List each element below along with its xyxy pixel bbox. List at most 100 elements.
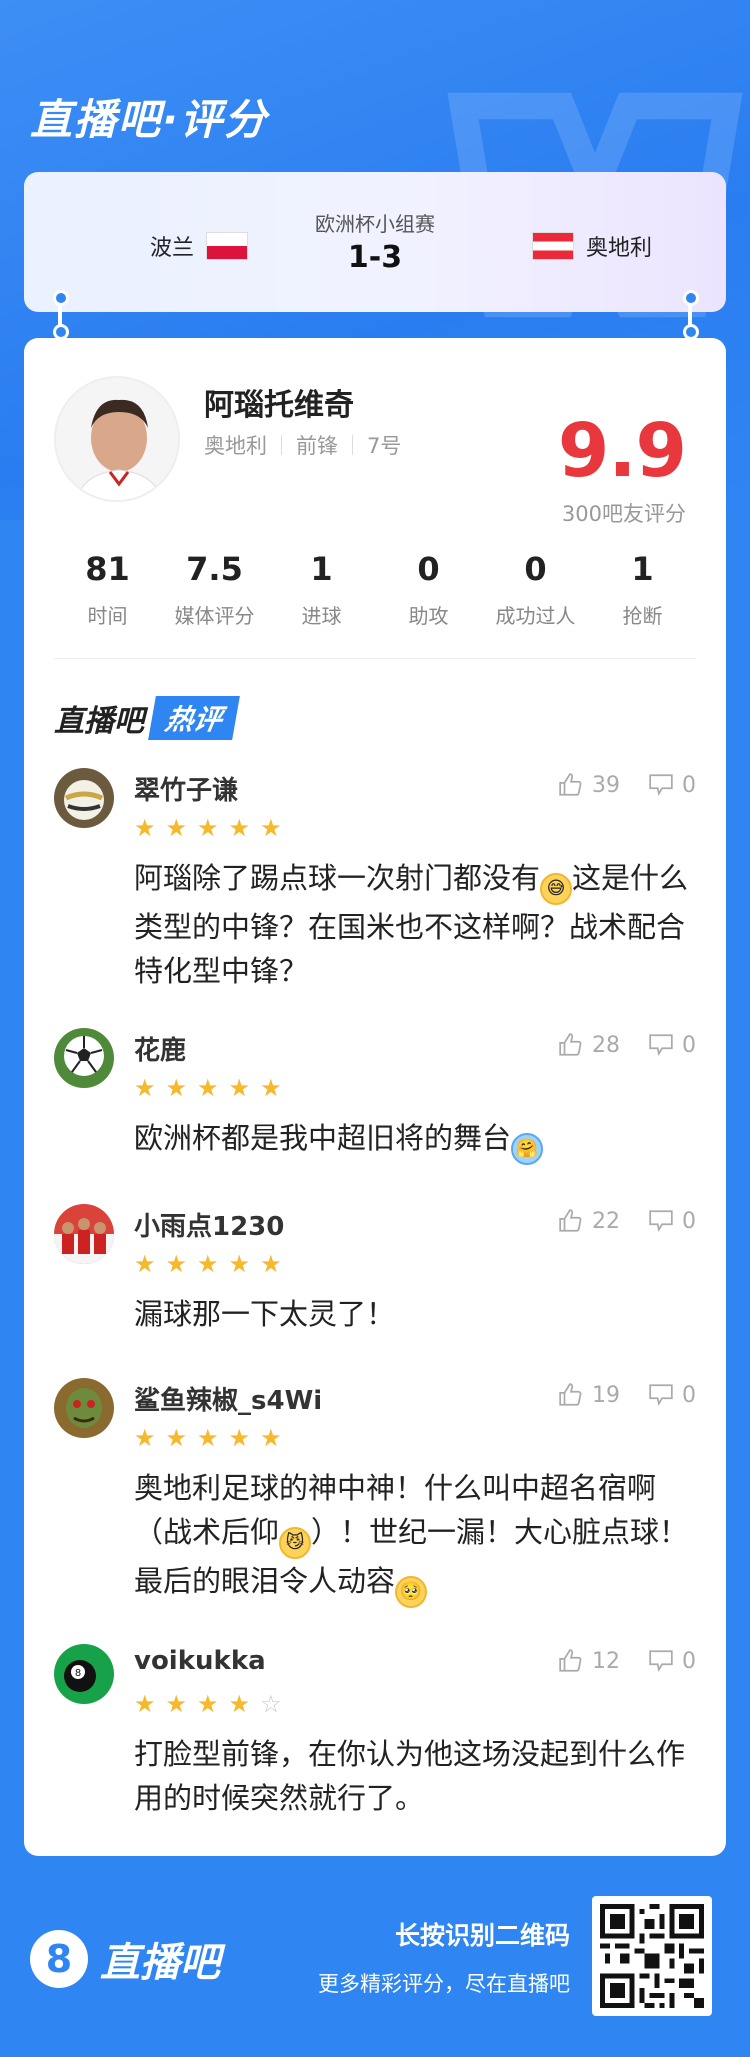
- star-icon: ★: [134, 814, 156, 842]
- star-icon: ★: [165, 1250, 188, 1278]
- dislike-button[interactable]: 0: [648, 1032, 696, 1058]
- comment-username[interactable]: 翠竹子谦: [134, 770, 238, 807]
- star-rating: ★ ★ ★ ★ ☆: [134, 1692, 282, 1716]
- qr-code-icon: [600, 1904, 704, 2008]
- comment-item: 花鹿 ★ ★ ★ ★ ★ 28 0 欧洲杯都是我中超旧将的舞台 🤗: [54, 1028, 696, 1165]
- like-count: 12: [592, 1648, 620, 1674]
- star-icon: ★: [197, 1424, 219, 1452]
- star-icon: ★: [228, 1074, 251, 1102]
- stat-value: 7.5: [186, 550, 243, 588]
- like-count: 28: [592, 1032, 620, 1058]
- dislike-count: 0: [682, 772, 696, 798]
- player-avatar: [54, 376, 180, 502]
- like-button[interactable]: 28: [558, 1032, 620, 1058]
- star-icon: ★: [260, 1250, 282, 1278]
- star-icon: ★: [260, 814, 282, 842]
- thumbs-down-icon: [649, 1650, 673, 1673]
- stat-value: 81: [85, 550, 130, 588]
- stat-value: 1: [631, 550, 654, 588]
- pleading-face-emoji-icon: 🥺: [395, 1576, 428, 1608]
- comment-text-part: 阿瑙除了踢点球一次射门都没有: [134, 861, 541, 895]
- player-position: 前锋: [296, 434, 338, 458]
- stat-item: 7.5 媒体评分: [161, 550, 268, 629]
- star-icon: ★: [134, 1690, 156, 1718]
- star-icon: ★: [134, 1250, 156, 1278]
- stat-label: 媒体评分: [174, 604, 255, 628]
- like-count: 39: [592, 772, 620, 798]
- dislike-button[interactable]: 0: [648, 772, 696, 798]
- thumbs-down-icon: [649, 774, 673, 797]
- stat-label: 助攻: [408, 604, 449, 628]
- like-button[interactable]: 12: [558, 1648, 620, 1674]
- user-avatar[interactable]: [54, 768, 114, 828]
- like-button[interactable]: 22: [558, 1208, 620, 1234]
- thumbs-up-icon: [559, 1649, 582, 1672]
- hot-comments-heading: 直播吧 热评: [54, 696, 240, 740]
- user-avatar[interactable]: [54, 1204, 114, 1264]
- user-avatar[interactable]: [54, 1028, 114, 1088]
- dislike-button[interactable]: 0: [648, 1208, 696, 1234]
- page-title: 直播吧·评分: [30, 95, 268, 144]
- footer-logo: 8 直播吧: [30, 1930, 220, 1988]
- stat-label: 时间: [87, 604, 128, 628]
- star-icon: ★: [197, 1250, 219, 1278]
- brand-8-logo-icon: 8: [30, 1930, 88, 1988]
- comment-actions: 39 0: [558, 772, 696, 798]
- like-count: 19: [592, 1382, 620, 1408]
- player-team: 奥地利: [204, 434, 267, 458]
- stat-label: 抢断: [622, 604, 663, 628]
- star-icon: ★: [260, 1074, 282, 1102]
- star-icon: ★: [165, 1074, 188, 1102]
- away-team: 奥地利: [520, 230, 652, 262]
- comment-username[interactable]: 花鹿: [134, 1030, 186, 1067]
- thumbs-up-icon: [559, 1209, 582, 1232]
- meta-divider: [352, 435, 353, 455]
- like-button[interactable]: 19: [558, 1382, 620, 1408]
- meta-divider: [281, 435, 282, 455]
- stat-label: 成功过人: [495, 604, 576, 628]
- like-button[interactable]: 39: [558, 772, 620, 798]
- comment-text: 奥地利足球的神中神！什么叫中超名宿啊（战术后仰 😼 ）！世纪一漏！大心脏点球！最后的…: [134, 1466, 694, 1608]
- star-icon: ★: [228, 814, 251, 842]
- player-name: 阿瑙托维奇: [204, 388, 354, 423]
- star-icon: ★: [134, 1074, 156, 1102]
- star-icon: ★: [165, 814, 188, 842]
- star-rating: ★ ★ ★ ★ ★: [134, 1076, 282, 1100]
- star-icon: ★: [197, 1690, 219, 1718]
- star-icon: ★: [228, 1424, 251, 1452]
- star-icon: ★: [260, 1424, 282, 1452]
- comment-username[interactable]: 鲨鱼辣椒_s4Wi: [134, 1380, 322, 1417]
- user-avatar[interactable]: [54, 1378, 114, 1438]
- comment-actions: 22 0: [558, 1208, 696, 1234]
- comment-username[interactable]: 小雨点1230: [134, 1206, 284, 1243]
- grinning-sweat-emoji-icon: 😅: [540, 873, 573, 905]
- star-rating: ★ ★ ★ ★ ★: [134, 1252, 282, 1276]
- thumbs-down-icon: [649, 1384, 673, 1407]
- thumbs-down-icon: [649, 1034, 673, 1057]
- section-divider: [54, 658, 696, 659]
- comment-username[interactable]: voikukka: [134, 1646, 266, 1676]
- dislike-count: 0: [682, 1648, 696, 1674]
- qr-code[interactable]: [592, 1896, 712, 2016]
- stat-value: 0: [524, 550, 547, 588]
- away-team-name: 奥地利: [586, 236, 653, 261]
- thumbs-up-icon: [559, 1033, 582, 1056]
- dislike-button[interactable]: 0: [648, 1648, 696, 1674]
- austria-flag-icon: [532, 232, 574, 260]
- user-avatar[interactable]: 8: [54, 1644, 114, 1704]
- dislike-button[interactable]: 0: [648, 1382, 696, 1408]
- comment-actions: 19 0: [558, 1382, 696, 1408]
- footer-brand: 直播吧: [100, 1940, 220, 1986]
- svg-text:8: 8: [75, 1668, 81, 1679]
- hugging-face-emoji-icon: 🤗: [511, 1133, 544, 1165]
- star-rating: ★ ★ ★ ★ ★: [134, 1426, 282, 1450]
- comment-text: 阿瑙除了踢点球一次射门都没有 😅 这是什么类型的中锋？在国米也不这样啊？战术配合特化…: [134, 856, 694, 993]
- card-connector: [53, 290, 69, 340]
- comment-item: 小雨点1230 ★ ★ ★ ★ ★ 22 0 漏球那一下太灵了！: [54, 1204, 696, 1331]
- stat-item: 0 助攻: [375, 550, 482, 629]
- comment-actions: 12 0: [558, 1648, 696, 1674]
- fan-rating-label: 300吧友评分: [561, 502, 686, 526]
- comment-item: 鲨鱼辣椒_s4Wi ★ ★ ★ ★ ★ 19 0 奥地利足球的神中神！什么叫中超名宿啊（…: [54, 1378, 696, 1608]
- stats-row: 81 时间 7.5 媒体评分 1 进球 0 助攻 0 成功过人 1 抢断: [54, 550, 696, 629]
- footer-text: 长按识别二维码 更多精彩评分，尽在直播吧: [318, 1916, 570, 1998]
